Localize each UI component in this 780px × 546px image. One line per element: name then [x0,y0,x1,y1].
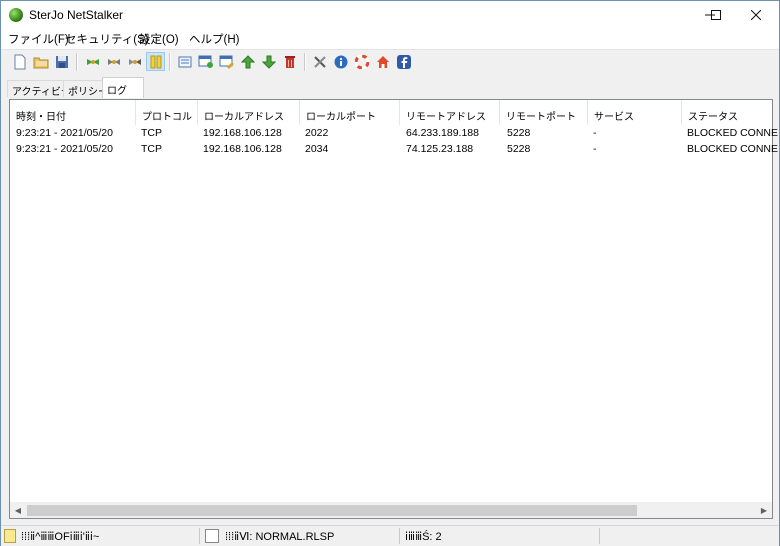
scrollbar-thumb[interactable] [27,505,637,516]
open-button[interactable] [32,53,49,70]
delete-icon [284,55,295,68]
column-header-local-address[interactable]: ローカルアドレス [198,100,300,125]
facebook-button[interactable] [395,53,412,70]
status-panel-mode: ⁞⁞⁞ⅱ^ⅲⅲOFⅰⅲⅰ'ⅱⅰ~ [4,528,99,544]
app-logo-icon [9,8,23,22]
menu-security[interactable]: セキュリティ(S) [65,31,149,47]
open-icon [33,57,48,68]
new-button[interactable] [11,53,28,70]
menu-bar: ファイル(F) セキュリティ(S) 設定(O) ヘルプ(H) [1,29,779,49]
maximize-icon [711,10,721,20]
column-header-protocol[interactable]: プロトコル [136,100,198,125]
move-up-button[interactable] [239,53,256,70]
main-window: SterJo NetStalker ファイル(F) セキュリティ(S) 設定(O… [0,0,780,546]
disconnect-button[interactable] [105,53,122,70]
horizontal-scrollbar[interactable]: ◀ ▶ [10,502,772,518]
up-arrow-icon [240,54,255,68]
save-button[interactable] [53,53,70,70]
log-list[interactable]: 時刻・日付 プロトコル ローカルアドレス ローカルポート リモートアドレス リモ… [9,99,778,519]
status-checkbox-icon [205,529,219,543]
status-text-count: ⅰⅲⅲŚ: 2 [405,530,442,543]
cell-remote-port: 5228 [507,143,531,155]
column-header-status[interactable]: ステータス [682,100,772,125]
tools-button[interactable] [311,53,328,70]
cell-time-date: 9:23:21 - 2021/05/20 [16,143,113,155]
refresh-button[interactable] [126,53,143,70]
tab-strip: アクティビティ ポリシー ログ [1,77,779,99]
cell-service: - [593,127,597,139]
list-button[interactable] [176,53,193,70]
cell-service: - [593,143,597,155]
close-icon [751,10,761,20]
list-icon [178,56,191,67]
connect-icon [86,58,99,65]
cell-local-address: 192.168.106.128 [203,127,282,139]
cell-protocol: TCP [141,127,162,139]
save-icon [55,55,68,68]
new-icon [14,54,25,69]
status-panel-count: ⅰⅲⅲŚ: 2 [405,528,442,544]
disconnect-icon [107,58,120,65]
scroll-right-arrow-icon[interactable]: ▶ [756,502,772,518]
info-button[interactable] [332,53,349,70]
home-button[interactable] [374,53,391,70]
pause-button[interactable] [146,52,165,71]
status-indicator-icon [4,529,16,543]
cell-status: BLOCKED CONNE [687,127,779,139]
column-header-remote-address[interactable]: リモートアドレス [400,100,500,125]
tools-icon [313,55,326,68]
edit-window-button[interactable] [218,53,235,70]
window-title: SterJo NetStalker [29,8,124,22]
status-bar: ⁞⁞⁞ⅱ^ⅲⅲOFⅰⅲⅰ'ⅱⅰ~ ⁞⁞⁞ⅱⅥ: NORMAL.RLSP ⅰⅲⅲŚ… [1,525,779,546]
home-icon [376,55,389,68]
close-button[interactable] [733,1,779,29]
cell-status: BLOCKED CONNE [687,143,779,155]
menu-file[interactable]: ファイル(F) [8,31,69,47]
cell-protocol: TCP [141,143,162,155]
status-text-mode: ⁞⁞⁞ⅱ^ⅲⅲOFⅰⅲⅰ'ⅱⅰ~ [21,530,100,543]
toolbar [1,49,779,74]
title-bar: SterJo NetStalker [1,1,779,29]
table-row[interactable]: 9:23:21 - 2021/05/20 TCP 192.168.106.128… [10,126,778,142]
column-header-remote-port[interactable]: リモートポート [500,100,588,125]
scroll-left-arrow-icon[interactable]: ◀ [10,502,26,518]
cell-local-port: 2034 [305,143,329,155]
move-down-button[interactable] [260,53,277,70]
add-window-button[interactable] [197,53,214,70]
connect-button[interactable] [84,53,101,70]
column-header-time-date[interactable]: 時刻・日付 [10,100,136,125]
column-header-local-port[interactable]: ローカルポート [300,100,400,125]
log-header: 時刻・日付 プロトコル ローカルアドレス ローカルポート リモートアドレス リモ… [10,100,772,125]
cell-time-date: 9:23:21 - 2021/05/20 [16,127,113,139]
delete-button[interactable] [281,53,298,70]
facebook-icon [396,54,411,69]
tab-log[interactable]: ログ [102,77,144,98]
menu-settings[interactable]: 設定(O) [139,31,179,47]
cell-local-port: 2022 [305,127,329,139]
add-window-icon [198,55,213,68]
pause-icon [150,55,161,68]
cell-remote-address: 64.233.189.188 [406,127,479,139]
cell-local-address: 192.168.106.128 [203,143,282,155]
column-header-service[interactable]: サービス [588,100,682,125]
status-text-profile: ⁞⁞⁞ⅱⅥ: NORMAL.RLSP [225,530,335,543]
help-button[interactable] [353,53,370,70]
cell-remote-port: 5228 [507,127,531,139]
down-arrow-icon [261,55,276,69]
menu-help[interactable]: ヘルプ(H) [189,31,239,47]
cell-remote-address: 74.125.23.188 [406,143,474,155]
edit-window-icon [219,55,234,69]
refresh-icon [128,58,141,65]
info-icon [334,55,347,68]
table-row[interactable]: 9:23:21 - 2021/05/20 TCP 192.168.106.128… [10,142,778,158]
help-lifebuoy-icon [354,54,369,69]
status-panel-profile: ⁞⁞⁞ⅱⅥ: NORMAL.RLSP [205,528,334,544]
